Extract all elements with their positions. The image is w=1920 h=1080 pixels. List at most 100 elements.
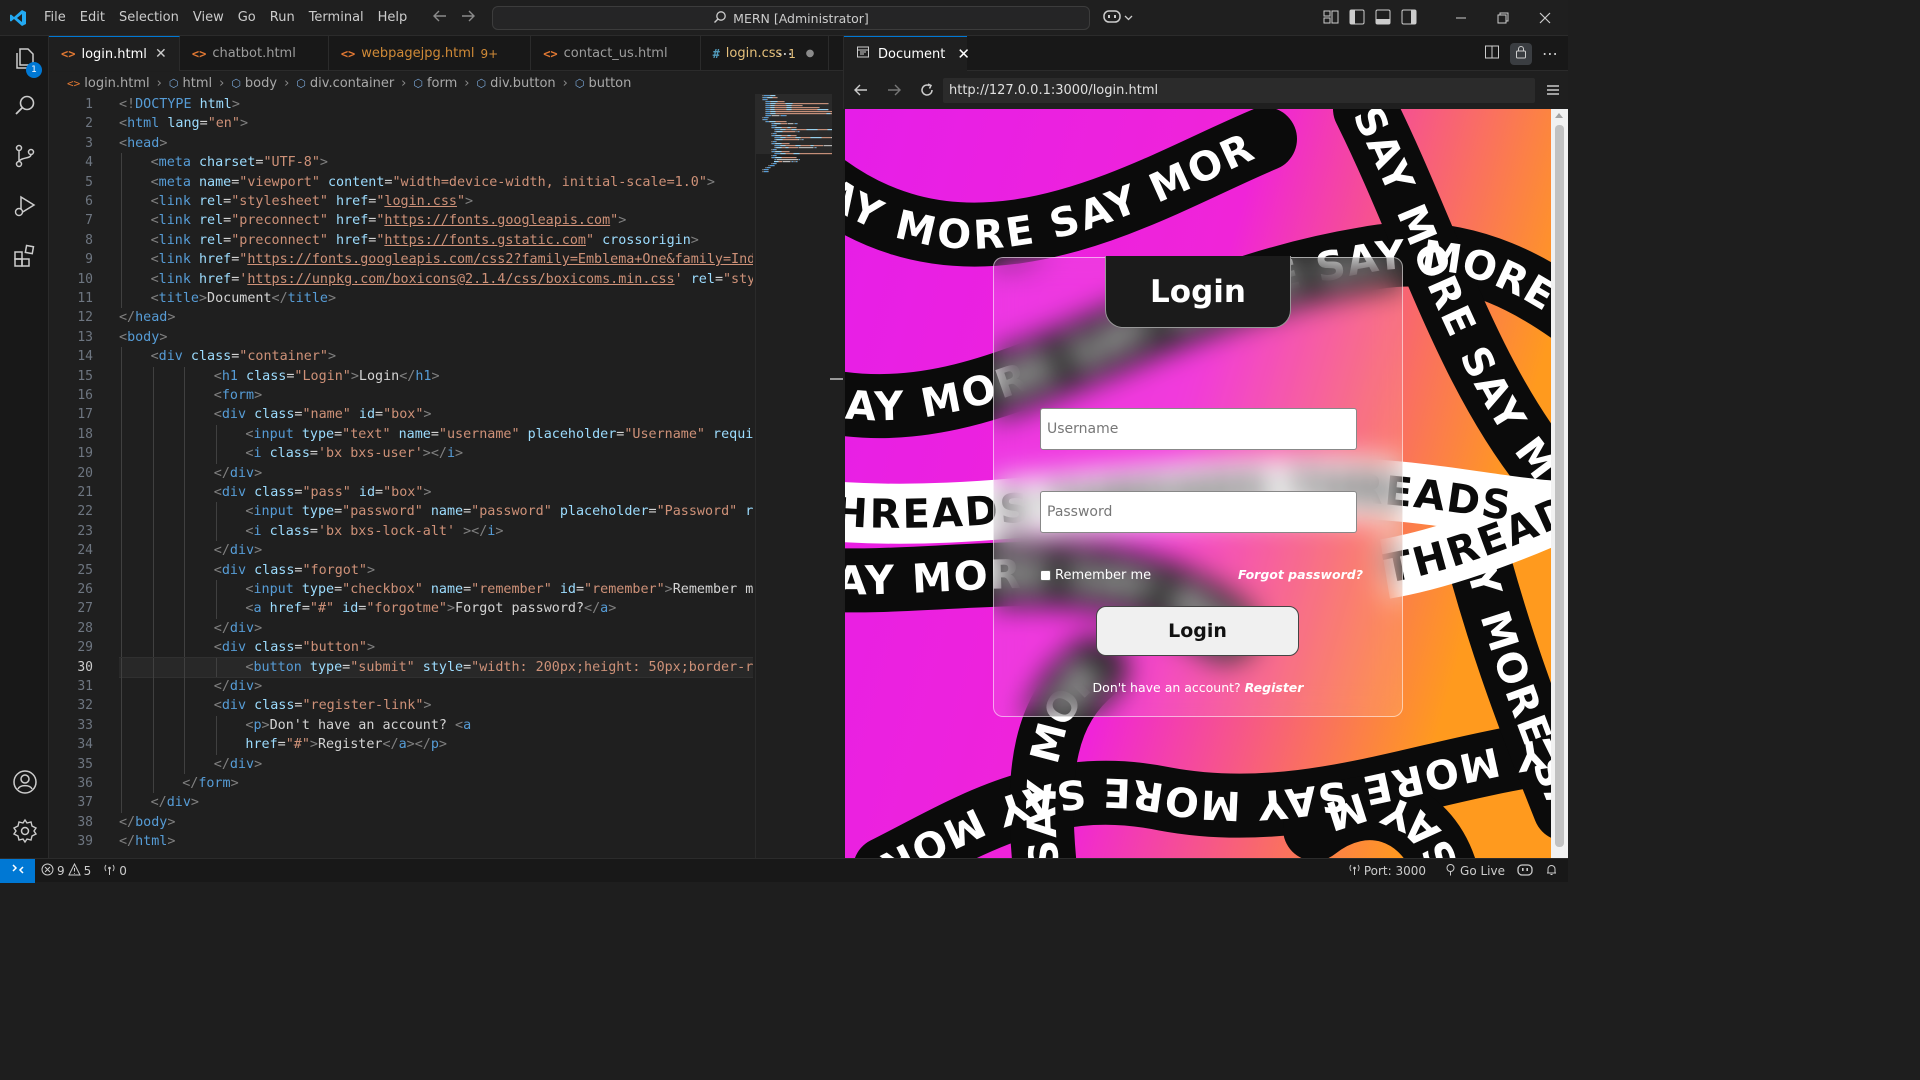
code-line[interactable]: </body> (119, 813, 175, 832)
code-line[interactable]: <div class="button"> (214, 638, 375, 657)
menu-go[interactable]: Go (232, 0, 262, 36)
editor-tab[interactable]: <> webpagejpg.html 9+ (329, 36, 532, 71)
menu-help[interactable]: Help (372, 0, 414, 36)
code-line[interactable]: </form> (182, 774, 238, 793)
code-line[interactable]: <i class='bx bxs-user'></i> (245, 444, 463, 463)
breadcrumb-item[interactable]: div.container (310, 76, 394, 91)
remember-me-label[interactable]: Remember me (1055, 568, 1151, 583)
browser-forward-icon[interactable] (883, 79, 905, 101)
scrollbar-thumb[interactable] (1555, 125, 1564, 847)
close-icon[interactable]: ✕ (957, 45, 970, 63)
toggle-panel-icon[interactable] (1374, 8, 1392, 30)
menu-terminal[interactable]: Terminal (303, 0, 370, 36)
code-line[interactable]: href="#">Register</a></p> (245, 735, 447, 754)
scroll-up-arrow-icon[interactable] (1555, 113, 1563, 118)
run-debug-button[interactable] (0, 184, 49, 232)
close-icon[interactable]: ✕ (153, 46, 169, 62)
code-line[interactable]: <meta name="viewport" content="width=dev… (151, 173, 715, 192)
editor-tab[interactable]: <> chatbot.html (180, 36, 329, 71)
close-window-button[interactable] (1524, 0, 1566, 36)
code-line[interactable]: </div> (214, 677, 262, 696)
command-center-search[interactable]: MERN [Administrator] (492, 6, 1090, 30)
code-line[interactable]: <link rel="preconnect" href="https://fon… (151, 211, 627, 230)
browser-scrollbar[interactable] (1551, 109, 1568, 858)
code-line[interactable]: <html lang="en"> (119, 114, 248, 133)
breadcrumb-item[interactable]: form (427, 76, 457, 91)
breadcrumb-item[interactable]: body (245, 76, 277, 91)
code-line[interactable]: <div class="name" id="box"> (214, 405, 432, 424)
editor-tab[interactable]: # login.css 1 ● (701, 36, 829, 71)
ports-indicator[interactable]: 0 (97, 859, 133, 883)
go-live-button[interactable]: Go Live (1438, 859, 1511, 883)
register-link[interactable]: Register (1245, 680, 1304, 695)
code-line[interactable]: <div class="container"> (151, 347, 336, 366)
username-input[interactable]: Username (1040, 408, 1357, 450)
code-line[interactable]: <body> (119, 328, 167, 347)
code-line[interactable]: <input type="text" name="username" place… (245, 425, 753, 444)
menu-edit[interactable]: Edit (74, 0, 111, 36)
restore-button[interactable] (1482, 0, 1524, 36)
breadcrumb-item[interactable]: login.html (84, 76, 149, 91)
manage-settings-button[interactable] (0, 809, 49, 857)
more-actions-icon[interactable]: ⋯ (1542, 44, 1558, 63)
copilot-menu-button[interactable] (1102, 8, 1133, 28)
code-line[interactable]: </div> (214, 541, 262, 560)
reload-icon[interactable] (916, 79, 938, 101)
editor-tab[interactable]: <> login.html ✕ (49, 36, 180, 71)
split-editor-icon[interactable] (1484, 44, 1500, 64)
toggle-secondary-sidebar-icon[interactable] (1400, 8, 1418, 30)
customize-layout-icon[interactable] (1322, 8, 1340, 30)
code-line[interactable]: <div class="register-link"> (214, 696, 432, 715)
code-line[interactable]: <head> (119, 134, 167, 153)
code-line[interactable]: <link href="https://fonts.googleapis.com… (151, 250, 753, 269)
code-line[interactable]: </html> (119, 832, 175, 851)
code-line[interactable]: <input type="password" name="password" p… (245, 502, 753, 521)
minimap-slider[interactable] (756, 94, 832, 154)
code-line[interactable]: </div> (214, 464, 262, 483)
code-line[interactable]: <h1 class="Login">Login</h1> (214, 367, 440, 386)
password-input[interactable]: Password (1040, 491, 1357, 533)
browser-viewport[interactable]: SAY MORE SAY MORE SAY MORE SAY MORE SAY … (845, 109, 1551, 858)
breadcrumb-item[interactable]: button (588, 76, 631, 91)
code-line[interactable]: <link rel="preconnect" href="https://fon… (151, 231, 699, 250)
menu-selection[interactable]: Selection (113, 0, 185, 36)
code-line[interactable]: <div class="pass" id="box"> (214, 483, 432, 502)
minimap[interactable] (755, 94, 836, 858)
vscode-logo-icon[interactable] (0, 0, 36, 36)
remember-me-checkbox[interactable] (1040, 569, 1051, 581)
code-line[interactable]: <i class='bx bxs-lock-alt' ></i> (245, 522, 503, 541)
menu-file[interactable]: File (38, 0, 72, 36)
code-line[interactable]: <link rel="stylesheet" href="login.css"> (151, 192, 474, 211)
accounts-button[interactable] (0, 760, 49, 808)
code-line[interactable]: <input type="checkbox" name="remember" i… (245, 580, 753, 599)
hamburger-menu-icon[interactable] (1543, 80, 1563, 100)
login-submit-button[interactable]: Login (1096, 606, 1299, 656)
code-editor[interactable]: 1 2 3 4 5 6 7 8 9 10 11 12 13 14 15 16 17 18 19 20 21 22 23 24 2… (49, 94, 843, 858)
code-line[interactable]: <meta charset="UTF-8"> (151, 153, 328, 172)
menu-view[interactable]: View (187, 0, 230, 36)
browser-tab[interactable]: Document ✕ (844, 36, 970, 71)
extensions-button[interactable] (0, 234, 49, 282)
code-line[interactable]: <link href = 'https://unpkg.com/boxicons@2… (151, 270, 753, 289)
back-arrow-icon[interactable] (432, 8, 448, 28)
code-line[interactable]: </div> (214, 619, 262, 638)
code-line[interactable]: <div class="forgot"> (214, 561, 375, 580)
code-lines[interactable]: <!DOCTYPE html> <html lang="en"> <head> <me… (119, 94, 753, 858)
code-line[interactable]: <button type="submit" style="width: 200p… (245, 658, 753, 677)
copilot-status-button[interactable] (1511, 859, 1539, 883)
menu-run[interactable]: Run (264, 0, 301, 36)
remote-indicator-button[interactable] (0, 858, 35, 883)
breadcrumb-item[interactable]: div.button (490, 76, 556, 91)
more-actions-icon[interactable]: ⋯ (768, 36, 802, 71)
explorer-button[interactable]: 1 (0, 36, 49, 84)
browser-back-icon[interactable] (850, 79, 872, 101)
forgot-password-link[interactable]: Forgot password? (1238, 567, 1363, 582)
code-line[interactable]: <a href="#" id="forgotme">Forgot passwor… (245, 599, 616, 618)
problems-indicator[interactable]: 9 5 (35, 859, 97, 883)
forward-arrow-icon[interactable] (460, 8, 476, 28)
code-line[interactable]: </div> (214, 755, 262, 774)
lock-icon[interactable] (1510, 42, 1532, 65)
unsaved-dot-icon[interactable]: ● (802, 48, 818, 59)
minimize-button[interactable] (1440, 0, 1482, 36)
search-view-button[interactable] (0, 84, 49, 132)
